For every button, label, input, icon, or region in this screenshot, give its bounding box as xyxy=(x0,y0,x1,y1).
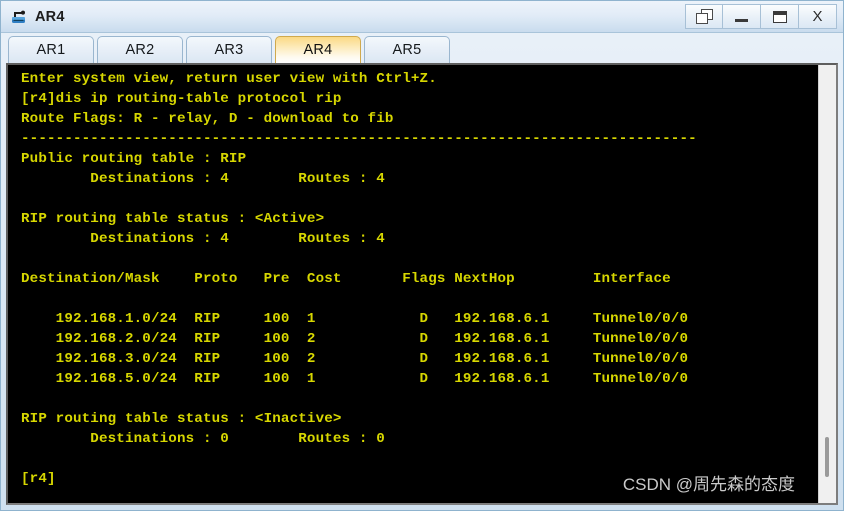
tab-label: AR5 xyxy=(392,42,422,58)
title-bar-left: AR4 xyxy=(1,8,65,26)
tab-bar: AR1 AR2 AR3 AR4 AR5 xyxy=(1,33,843,63)
tab-label: AR3 xyxy=(214,42,244,58)
tab-ar2[interactable]: AR2 xyxy=(97,36,183,63)
tab-ar4[interactable]: AR4 xyxy=(275,36,361,63)
tab-ar5[interactable]: AR5 xyxy=(364,36,450,63)
tab-label: AR2 xyxy=(125,42,155,58)
minimize-icon xyxy=(735,19,748,22)
application-window: AR4 X AR1 AR2 AR3 AR4 AR5 Enter system v… xyxy=(0,0,844,511)
terminal-scrollbar[interactable] xyxy=(818,65,836,503)
terminal-output: Enter system view, return user view with… xyxy=(21,71,697,487)
router-icon xyxy=(10,8,28,26)
title-bar: AR4 X xyxy=(1,1,843,33)
close-button[interactable]: X xyxy=(799,4,837,29)
tab-ar3[interactable]: AR3 xyxy=(186,36,272,63)
terminal-console[interactable]: Enter system view, return user view with… xyxy=(8,65,818,503)
maximize-icon xyxy=(772,10,787,23)
scrollbar-thumb[interactable] xyxy=(825,437,829,477)
restore-icon xyxy=(695,9,713,24)
window-title: AR4 xyxy=(35,8,65,25)
maximize-button[interactable] xyxy=(761,4,799,29)
restore-windows-button[interactable] xyxy=(685,4,723,29)
tab-ar1[interactable]: AR1 xyxy=(8,36,94,63)
tab-label: AR4 xyxy=(303,42,333,58)
tab-label: AR1 xyxy=(36,42,66,58)
close-icon: X xyxy=(812,8,823,25)
terminal-panel: Enter system view, return user view with… xyxy=(6,63,838,505)
window-controls: X xyxy=(685,4,837,29)
minimize-button[interactable] xyxy=(723,4,761,29)
